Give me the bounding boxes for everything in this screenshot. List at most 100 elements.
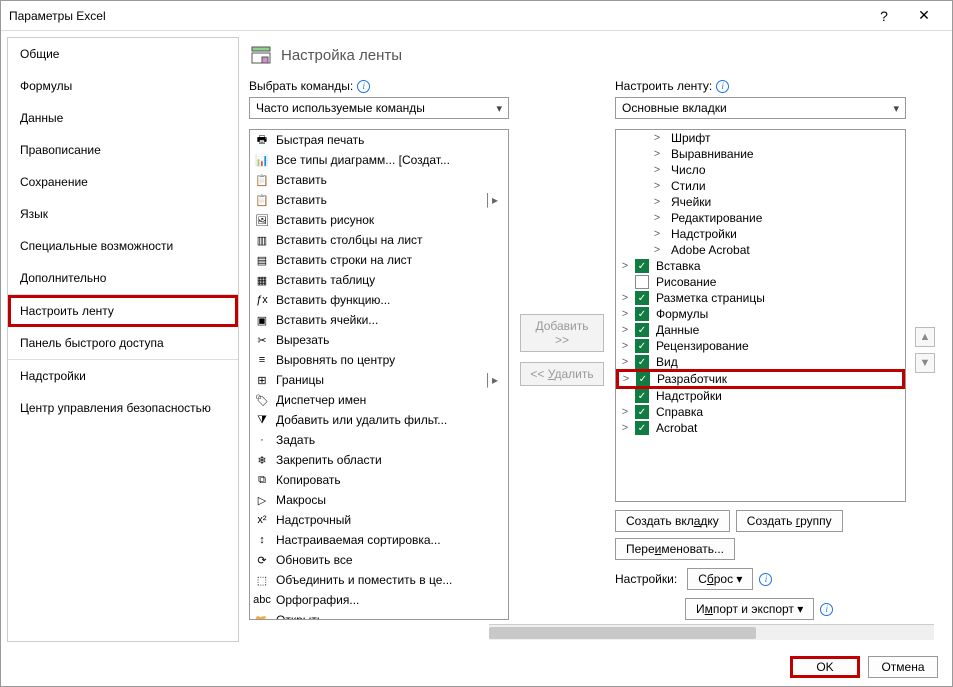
chevron-icon[interactable]: > <box>618 356 632 368</box>
tree-item[interactable]: >Рисование <box>616 274 905 290</box>
command-item[interactable]: ↕Настраиваемая сортировка... <box>250 530 508 550</box>
command-item[interactable]: ⧉Копировать <box>250 470 508 490</box>
command-item[interactable]: ⟳Обновить все <box>250 550 508 570</box>
import-export-button[interactable]: Импорт и экспорт ▾ <box>685 598 814 620</box>
tree-item[interactable]: >✓Разработчик <box>616 369 905 389</box>
command-item[interactable]: 🖼Вставить рисунок <box>250 210 508 230</box>
chevron-icon[interactable]: > <box>650 212 664 224</box>
reset-button[interactable]: Сброс ▾ <box>687 568 753 590</box>
checkbox[interactable]: ✓ <box>635 291 649 305</box>
tree-item[interactable]: >✓Разметка страницы <box>616 290 905 306</box>
tree-item[interactable]: >Надстройки <box>616 226 905 242</box>
checkbox[interactable]: ✓ <box>635 307 649 321</box>
command-item[interactable]: ▥Вставить столбцы на лист <box>250 230 508 250</box>
tree-item[interactable]: >✓Вставка <box>616 258 905 274</box>
tree-item[interactable]: >Число <box>616 162 905 178</box>
rename-button[interactable]: Переименовать... <box>615 538 735 560</box>
command-item[interactable]: ▷Макросы <box>250 490 508 510</box>
command-item[interactable]: ƒxВставить функцию... <box>250 290 508 310</box>
chevron-icon[interactable]: > <box>618 340 632 352</box>
command-item[interactable]: ⬚Объединить и поместить в це... <box>250 570 508 590</box>
chevron-icon[interactable]: > <box>618 308 632 320</box>
checkbox[interactable]: ✓ <box>635 421 649 435</box>
chevron-icon[interactable]: > <box>618 260 632 272</box>
command-item[interactable]: ❄Закрепить области <box>250 450 508 470</box>
new-tab-button[interactable]: Создать вкладку <box>615 510 730 532</box>
chevron-icon[interactable]: > <box>618 292 632 304</box>
tree-item[interactable]: >✓Формулы <box>616 306 905 322</box>
tree-item[interactable]: >Стили <box>616 178 905 194</box>
checkbox[interactable]: ✓ <box>635 355 649 369</box>
checkbox[interactable]: ✓ <box>635 389 649 403</box>
command-item[interactable]: ⊞Границы│▸ <box>250 370 508 390</box>
close-button[interactable]: ✕ <box>904 2 944 30</box>
tree-item[interactable]: >✓Справка <box>616 404 905 420</box>
tree-item[interactable]: >Adobe Acrobat <box>616 242 905 258</box>
new-group-button[interactable]: Создать группу <box>736 510 843 532</box>
chevron-icon[interactable]: > <box>650 228 664 240</box>
add-button[interactable]: Добавить >> <box>520 314 604 352</box>
ok-button[interactable]: OK <box>790 656 860 678</box>
tree-item[interactable]: >Выравнивание <box>616 146 905 162</box>
command-item[interactable]: ⧩Добавить или удалить фильт... <box>250 410 508 430</box>
command-item[interactable]: ≡Выровнять по центру <box>250 350 508 370</box>
commands-dropdown[interactable]: Часто используемые команды <box>249 97 509 119</box>
cancel-button[interactable]: Отмена <box>868 656 938 678</box>
command-item[interactable]: 📋Вставить <box>250 170 508 190</box>
sidebar-item-trust-center[interactable]: Центр управления безопасностью <box>8 392 238 424</box>
sidebar-item-language[interactable]: Язык <box>8 198 238 230</box>
help-button[interactable]: ? <box>864 2 904 30</box>
command-item[interactable]: abcОрфография... <box>250 590 508 610</box>
tree-item[interactable]: >Редактирование <box>616 210 905 226</box>
commands-listbox[interactable]: 🖶Быстрая печать📊Все типы диаграмм... [Со… <box>249 129 509 620</box>
chevron-icon[interactable]: > <box>650 244 664 256</box>
info-icon[interactable]: i <box>820 603 833 616</box>
command-item[interactable]: ▦Вставить таблицу <box>250 270 508 290</box>
command-item[interactable]: 📂Открыть <box>250 610 508 620</box>
chevron-icon[interactable]: > <box>619 373 633 385</box>
checkbox[interactable]: ✓ <box>635 405 649 419</box>
chevron-icon[interactable]: > <box>650 164 664 176</box>
checkbox[interactable]: ✓ <box>636 372 650 386</box>
command-item[interactable]: ✂Вырезать <box>250 330 508 350</box>
chevron-icon[interactable]: > <box>650 180 664 192</box>
sidebar-item-advanced[interactable]: Дополнительно <box>8 262 238 294</box>
checkbox[interactable]: ✓ <box>635 259 649 273</box>
checkbox[interactable]: ✓ <box>635 339 649 353</box>
command-item[interactable]: x²Надстрочный <box>250 510 508 530</box>
command-item[interactable]: ·Задать <box>250 430 508 450</box>
checkbox[interactable] <box>635 275 649 289</box>
sidebar-item-data[interactable]: Данные <box>8 102 238 134</box>
tree-item[interactable]: >Ячейки <box>616 194 905 210</box>
chevron-icon[interactable]: > <box>650 196 664 208</box>
move-down-button[interactable]: ▼ <box>915 353 935 373</box>
remove-button[interactable]: << Удалить <box>520 362 604 386</box>
move-up-button[interactable]: ▲ <box>915 327 935 347</box>
sidebar-item-formulas[interactable]: Формулы <box>8 70 238 102</box>
sidebar-item-addins[interactable]: Надстройки <box>8 360 238 392</box>
checkbox[interactable]: ✓ <box>635 323 649 337</box>
scrollbar-thumb[interactable] <box>489 627 756 639</box>
info-icon[interactable]: i <box>357 80 370 93</box>
chevron-icon[interactable]: > <box>618 422 632 434</box>
command-item[interactable]: 🏷Диспетчер имен <box>250 390 508 410</box>
tree-item[interactable]: >✓Рецензирование <box>616 338 905 354</box>
tree-item[interactable]: >✓Надстройки <box>616 388 905 404</box>
chevron-icon[interactable]: > <box>618 406 632 418</box>
tree-item[interactable]: >✓Acrobat <box>616 420 905 436</box>
tree-item[interactable]: >✓Вид <box>616 354 905 370</box>
sidebar-item-accessibility[interactable]: Специальные возможности <box>8 230 238 262</box>
command-item[interactable]: 🖶Быстрая печать <box>250 130 508 150</box>
command-item[interactable]: 📋Вставить│▸ <box>250 190 508 210</box>
sidebar-item-save[interactable]: Сохранение <box>8 166 238 198</box>
command-item[interactable]: ▤Вставить строки на лист <box>250 250 508 270</box>
chevron-icon[interactable]: > <box>650 132 664 144</box>
info-icon[interactable]: i <box>716 80 729 93</box>
command-item[interactable]: 📊Все типы диаграмм... [Создат... <box>250 150 508 170</box>
chevron-icon[interactable]: > <box>618 324 632 336</box>
tree-item[interactable]: >✓Данные <box>616 322 905 338</box>
chevron-icon[interactable]: > <box>650 148 664 160</box>
sidebar-item-quick-access[interactable]: Панель быстрого доступа <box>8 327 238 359</box>
command-item[interactable]: ▣Вставить ячейки... <box>250 310 508 330</box>
tree-item[interactable]: >Шрифт <box>616 130 905 146</box>
